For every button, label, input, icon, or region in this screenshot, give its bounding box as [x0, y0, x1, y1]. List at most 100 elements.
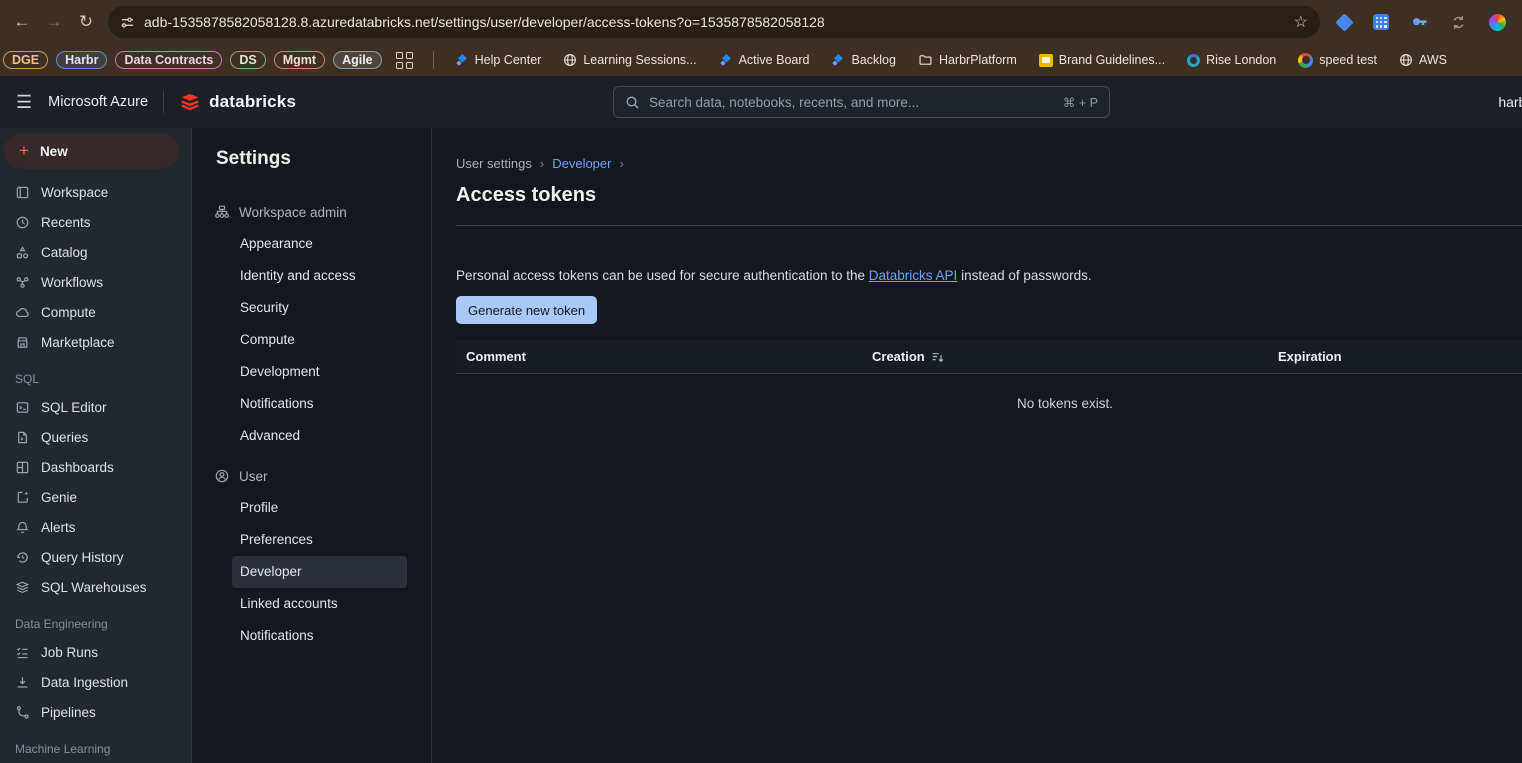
folder-icon: [918, 53, 933, 67]
bookmark-active-board[interactable]: Active Board: [719, 53, 810, 67]
settings-item-linked-accounts[interactable]: Linked accounts: [232, 588, 407, 620]
color-wheel-avatar-icon[interactable]: [1489, 14, 1506, 31]
sidebar-item-marketplace[interactable]: Marketplace: [0, 327, 191, 357]
bookmarks-bar: DGE Harbr Data Contracts DS Mgmt Agile H…: [0, 44, 1522, 76]
sync-extension-icon[interactable]: [1450, 14, 1467, 31]
queries-icon: [15, 430, 30, 445]
breadcrumb-user-settings[interactable]: User settings: [456, 156, 532, 171]
dashboards-icon: [15, 460, 30, 475]
tab-group-harbr[interactable]: Harbr: [56, 51, 107, 69]
settings-item-identity-and-access[interactable]: Identity and access: [232, 260, 407, 292]
settings-group-workspace-admin[interactable]: Workspace admin: [192, 196, 431, 228]
settings-item-developer[interactable]: Developer: [232, 556, 407, 588]
column-comment: Comment: [456, 349, 862, 364]
settings-item-appearance[interactable]: Appearance: [232, 228, 407, 260]
jira-icon: [719, 53, 733, 67]
main-content: User settings › Developer › Access token…: [432, 128, 1522, 763]
reload-icon[interactable]: ↻: [70, 12, 102, 32]
chevron-right-icon: ›: [540, 156, 544, 171]
platform-label: Microsoft Azure: [48, 94, 148, 110]
title-divider: [456, 225, 1522, 226]
workflows-icon: [15, 275, 30, 290]
user-icon: [214, 468, 230, 484]
ring-icon: [1187, 54, 1200, 67]
settings-item-profile[interactable]: Profile: [232, 492, 407, 524]
page-title: Access tokens: [456, 184, 1522, 207]
tab-group-dge[interactable]: DGE: [3, 51, 48, 69]
databricks-wordmark: databricks: [209, 92, 296, 112]
slides-icon: [1039, 54, 1053, 67]
sidebar-item-sql-editor[interactable]: SQL Editor: [0, 392, 191, 422]
bookmark-backlog[interactable]: Backlog: [831, 53, 895, 67]
databricks-api-link[interactable]: Databricks API: [869, 268, 958, 283]
browser-toolbar: ← → ↻ adb-1535878582058128.8.azuredatabr…: [0, 0, 1522, 44]
url-text[interactable]: adb-1535878582058128.8.azuredatabricks.n…: [144, 14, 825, 30]
tab-group-mgmt[interactable]: Mgmt: [274, 51, 325, 69]
settings-item-notifications-user[interactable]: Notifications: [232, 620, 407, 652]
tab-group-data-contracts[interactable]: Data Contracts: [115, 51, 222, 69]
global-search-input[interactable]: Search data, notebooks, recents, and mor…: [613, 86, 1110, 118]
sidebar-section-data-engineering: Data Engineering: [0, 602, 191, 637]
back-icon[interactable]: ←: [6, 12, 38, 32]
sidebar-item-genie[interactable]: Genie: [0, 482, 191, 512]
bookmark-rise-london[interactable]: Rise London: [1187, 53, 1276, 67]
org-icon: [214, 204, 230, 220]
sidebar-item-pipelines[interactable]: Pipelines: [0, 697, 191, 727]
settings-item-development[interactable]: Development: [232, 356, 407, 388]
breadcrumb-developer[interactable]: Developer: [552, 156, 611, 171]
site-info-icon[interactable]: [120, 15, 135, 30]
bookmark-learning-sessions[interactable]: Learning Sessions...: [563, 53, 696, 67]
settings-item-compute[interactable]: Compute: [232, 324, 407, 356]
sidebar-item-compute[interactable]: Compute: [0, 297, 191, 327]
jira-extension-icon[interactable]: [1335, 13, 1353, 31]
sidebar-item-sql-warehouses[interactable]: SQL Warehouses: [0, 572, 191, 602]
bookmark-help-center[interactable]: Help Center: [455, 53, 542, 67]
apps-grid-icon[interactable]: [396, 52, 413, 69]
grid-extension-icon[interactable]: [1373, 14, 1389, 30]
bookmark-brand-guidelines[interactable]: Brand Guidelines...: [1039, 53, 1165, 67]
sidebar-item-data-ingestion[interactable]: Data Ingestion: [0, 667, 191, 697]
settings-item-advanced[interactable]: Advanced: [232, 420, 407, 452]
search-shortcut: ⌘ + P: [1063, 95, 1098, 110]
column-creation[interactable]: Creation: [862, 349, 1268, 364]
tab-group-ds[interactable]: DS: [230, 51, 265, 69]
bookmark-aws[interactable]: AWS: [1399, 53, 1447, 67]
address-bar[interactable]: adb-1535878582058128.8.azuredatabricks.n…: [108, 6, 1320, 38]
pipelines-icon: [15, 705, 30, 720]
bookmark-harbrplatform[interactable]: HarbrPlatform: [918, 53, 1017, 67]
clock-icon: [15, 215, 30, 230]
sidebar-section-machine-learning: Machine Learning: [0, 727, 191, 762]
bookmarks-separator: [433, 51, 434, 69]
sidebar-item-workflows[interactable]: Workflows: [0, 267, 191, 297]
forward-icon[interactable]: →: [38, 12, 70, 32]
sidebar-item-catalog[interactable]: Catalog: [0, 237, 191, 267]
hamburger-menu-icon[interactable]: ☰: [16, 92, 32, 113]
sidebar-item-query-history[interactable]: Query History: [0, 542, 191, 572]
sidebar-item-queries[interactable]: Queries: [0, 422, 191, 452]
settings-item-notifications-admin[interactable]: Notifications: [232, 388, 407, 420]
tokens-table: Comment Creation Expiration No tokens ex…: [456, 340, 1522, 411]
generate-new-token-button[interactable]: Generate new token: [456, 296, 597, 324]
settings-group-user[interactable]: User: [192, 460, 431, 492]
cloud-icon: [15, 305, 30, 320]
history-icon: [15, 550, 30, 565]
sort-descending-icon[interactable]: [931, 350, 945, 364]
sidebar-item-alerts[interactable]: Alerts: [0, 512, 191, 542]
plus-icon: +: [19, 141, 29, 161]
account-name[interactable]: harbr: [1498, 94, 1522, 110]
tab-group-agile[interactable]: Agile: [333, 51, 382, 69]
sidebar-item-dashboards[interactable]: Dashboards: [0, 452, 191, 482]
empty-state-text: No tokens exist.: [456, 396, 1522, 411]
ingestion-icon: [15, 675, 30, 690]
settings-item-preferences[interactable]: Preferences: [232, 524, 407, 556]
bookmark-star-icon[interactable]: ☆: [1294, 12, 1308, 32]
new-button[interactable]: + New: [4, 133, 179, 169]
sidebar-item-recents[interactable]: Recents: [0, 207, 191, 237]
bookmark-speed-test[interactable]: speed test: [1298, 53, 1377, 68]
key-extension-icon[interactable]: [1411, 14, 1428, 31]
table-header-row: Comment Creation Expiration: [456, 340, 1522, 374]
settings-item-security[interactable]: Security: [232, 292, 407, 324]
settings-title: Settings: [216, 148, 431, 170]
sidebar-item-job-runs[interactable]: Job Runs: [0, 637, 191, 667]
sidebar-item-workspace[interactable]: Workspace: [0, 177, 191, 207]
